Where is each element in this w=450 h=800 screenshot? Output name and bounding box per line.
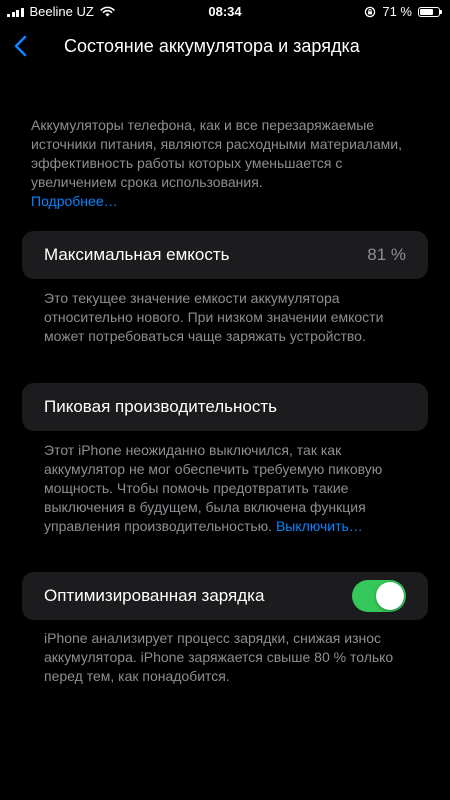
max-capacity-value: 81 % (367, 245, 406, 264)
intro-text: Аккумуляторы телефона, как и все перезар… (31, 117, 402, 190)
chevron-left-icon (14, 35, 27, 57)
optimized-charging-cell: Оптимизированная зарядка (22, 572, 428, 620)
disable-link[interactable]: Выключить… (276, 518, 363, 534)
status-bar: Beeline UZ 08:34 71 % (0, 0, 450, 24)
max-capacity-cell: Максимальная емкость 81 % (22, 231, 428, 279)
optimized-charging-footnote: iPhone анализирует процесс зарядки, сниж… (44, 630, 394, 684)
toggle-knob (376, 582, 404, 610)
max-capacity-label: Максимальная емкость (44, 245, 230, 264)
optimized-charging-toggle[interactable] (352, 580, 406, 612)
max-capacity-footnote: Это текущее значение емкости аккумулятор… (44, 290, 384, 344)
page-title: Состояние аккумулятора и зарядка (64, 36, 360, 56)
back-button[interactable] (10, 32, 34, 60)
battery-icon (418, 6, 442, 17)
battery-level-fill (420, 8, 433, 15)
peak-performance-label: Пиковая производительность (44, 397, 278, 416)
status-bar-right: 71 % (364, 4, 442, 19)
intro-text-block: Аккумуляторы телефона, как и все перезар… (31, 116, 411, 211)
learn-more-link[interactable]: Подробнее… (31, 193, 118, 209)
peak-performance-cell: Пиковая производительность (22, 383, 428, 431)
peak-performance-footnote-block: Этот iPhone неожиданно выключился, так к… (44, 441, 406, 536)
orientation-lock-icon (365, 6, 376, 17)
optimized-charging-label: Оптимизированная зарядка (44, 586, 265, 605)
navigation-bar: Состояние аккумулятора и зарядка (0, 28, 450, 64)
battery-percent: 71 % (382, 4, 412, 19)
